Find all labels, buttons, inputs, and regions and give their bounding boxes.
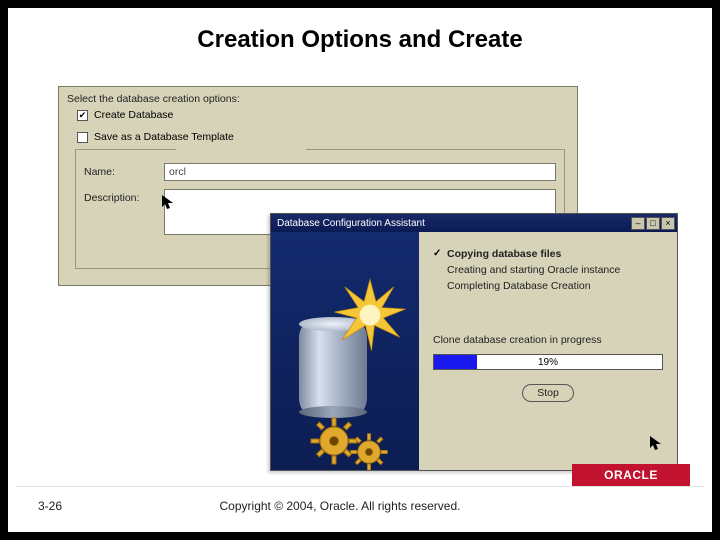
save-template-checkbox[interactable] bbox=[77, 132, 88, 143]
creation-options-instruction: Select the database creation options: bbox=[59, 87, 577, 107]
dialog-title: Database Configuration Assistant bbox=[277, 218, 425, 229]
dialog-illustration-panel bbox=[271, 232, 419, 470]
progress-bar: 19% bbox=[433, 354, 663, 370]
stop-button[interactable]: Stop bbox=[522, 384, 574, 402]
slide-footer: 3-26 Copyright © 2004, Oracle. All right… bbox=[16, 486, 704, 524]
create-database-label: Create Database bbox=[94, 109, 173, 121]
description-label: Description: bbox=[84, 189, 154, 204]
close-button[interactable]: × bbox=[661, 217, 675, 230]
progress-dialog: Database Configuration Assistant – □ × bbox=[270, 213, 678, 471]
minimize-button[interactable]: – bbox=[631, 217, 645, 230]
page-number: 3-26 bbox=[16, 499, 96, 513]
slide-title: Creation Options and Create bbox=[8, 26, 712, 54]
create-database-checkbox[interactable]: ✔ bbox=[77, 110, 88, 121]
maximize-button[interactable]: □ bbox=[646, 217, 660, 230]
save-template-label: Save as a Database Template bbox=[94, 131, 234, 143]
copyright-text: Copyright © 2004, Oracle. All rights res… bbox=[96, 499, 584, 513]
dialog-titlebar: Database Configuration Assistant – □ × bbox=[271, 214, 677, 232]
status-text: Clone database creation in progress bbox=[433, 334, 663, 346]
cursor-icon bbox=[650, 436, 662, 452]
step-item: Creating and starting Oracle instance bbox=[433, 262, 663, 278]
name-input[interactable]: orcl bbox=[164, 163, 556, 181]
gear-icon bbox=[349, 432, 389, 470]
progress-percent: 19% bbox=[434, 355, 662, 369]
cursor-icon bbox=[162, 195, 174, 211]
step-item: Copying database files bbox=[433, 246, 663, 262]
brand-badge: ORACLE bbox=[572, 464, 690, 486]
step-item: Completing Database Creation bbox=[433, 278, 663, 294]
starburst-icon bbox=[333, 278, 407, 352]
name-label: Name: bbox=[84, 163, 154, 178]
